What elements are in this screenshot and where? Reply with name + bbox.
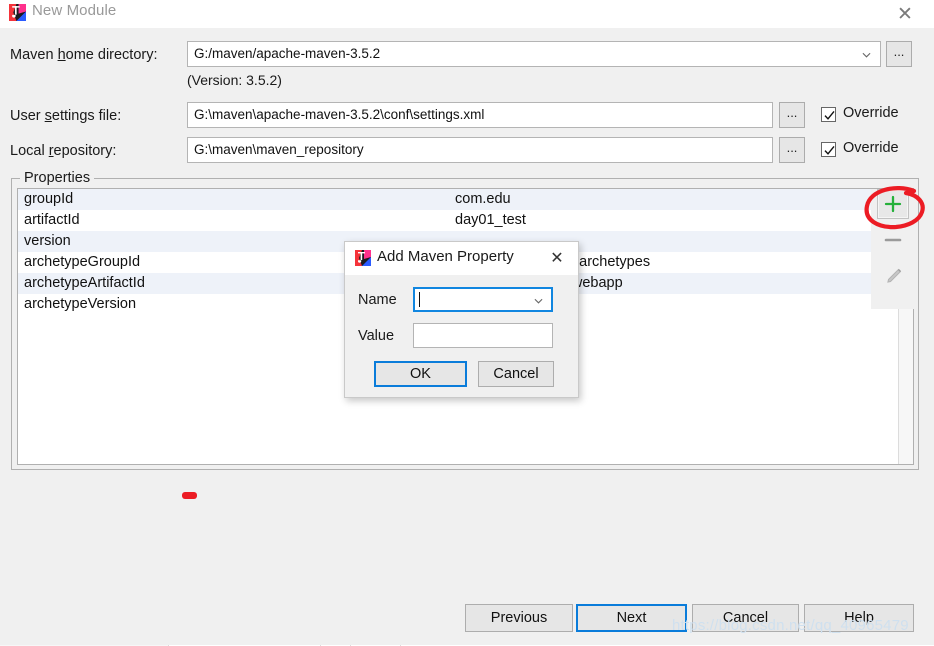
text-caret bbox=[419, 292, 420, 307]
table-row[interactable]: artifactId day01_test bbox=[18, 210, 913, 231]
check-icon bbox=[824, 145, 835, 155]
table-row[interactable]: groupId com.edu bbox=[18, 189, 913, 210]
dialog-titlebar: Add Maven Property ✕ bbox=[345, 242, 578, 275]
intellij-idea-icon bbox=[355, 250, 371, 266]
local-repository-browse-button[interactable]: ... bbox=[779, 137, 805, 163]
maven-home-value: G:/maven/apache-maven-3.5.2 bbox=[194, 46, 381, 61]
next-button[interactable]: Next bbox=[576, 604, 687, 632]
name-combo-input[interactable] bbox=[413, 287, 553, 312]
local-repository-value: G:\maven\maven_repository bbox=[194, 142, 364, 157]
check-icon bbox=[824, 110, 835, 120]
property-key: version bbox=[24, 233, 71, 249]
pencil-icon bbox=[887, 268, 902, 283]
properties-toolbar bbox=[871, 189, 915, 309]
maven-home-browse-button[interactable]: ... bbox=[886, 41, 912, 67]
user-settings-value: G:\maven\apache-maven-3.5.2\conf\setting… bbox=[194, 107, 485, 122]
user-settings-label: User settings file: bbox=[10, 108, 122, 124]
user-settings-input[interactable]: G:\maven\apache-maven-3.5.2\conf\setting… bbox=[187, 102, 773, 128]
value-field-label: Value bbox=[358, 328, 395, 344]
value-input[interactable] bbox=[413, 323, 553, 348]
edit-property-button[interactable] bbox=[877, 261, 909, 291]
maven-home-label: Maven home directory: bbox=[10, 47, 158, 63]
local-repository-input[interactable]: G:\maven\maven_repository bbox=[187, 137, 773, 163]
property-key: artifactId bbox=[24, 212, 80, 228]
properties-legend: Properties bbox=[20, 170, 95, 186]
dialog-ok-button[interactable]: OK bbox=[374, 361, 467, 387]
property-value: day01_test bbox=[455, 212, 526, 228]
user-settings-override-checkbox[interactable] bbox=[821, 107, 836, 122]
close-icon[interactable]: ✕ bbox=[892, 2, 918, 26]
window-titlebar: New Module ✕ bbox=[0, 0, 934, 28]
annotation-dash-marker bbox=[182, 492, 197, 499]
local-repository-label: Local repository: bbox=[10, 143, 117, 159]
property-value: com.edu bbox=[455, 191, 511, 207]
add-property-button[interactable] bbox=[877, 189, 909, 219]
dialog-title: Add Maven Property bbox=[377, 248, 514, 265]
property-key: groupId bbox=[24, 191, 74, 207]
property-key: archetypeArtifactId bbox=[24, 275, 145, 291]
window-title: New Module bbox=[32, 2, 117, 19]
add-maven-property-dialog: Add Maven Property ✕ Name Value OK Cance… bbox=[344, 241, 579, 398]
dialog-cancel-button[interactable]: Cancel bbox=[478, 361, 554, 387]
maven-version-note: (Version: 3.5.2) bbox=[187, 72, 282, 88]
plus-icon bbox=[884, 195, 902, 213]
property-key: archetypeVersion bbox=[24, 296, 137, 312]
previous-button[interactable]: Previous bbox=[465, 604, 573, 632]
chevron-down-icon bbox=[862, 52, 871, 58]
name-field-label: Name bbox=[358, 292, 397, 308]
chevron-down-icon bbox=[534, 298, 543, 304]
local-repository-override-checkbox[interactable] bbox=[821, 142, 836, 157]
user-settings-override-label: Override bbox=[843, 105, 899, 121]
local-repository-override-label: Override bbox=[843, 140, 899, 156]
minus-icon bbox=[884, 238, 902, 242]
remove-property-button[interactable] bbox=[877, 225, 909, 255]
watermark-text: https://blog.csdn.net/qq_40965479 bbox=[672, 617, 909, 634]
property-key: archetypeGroupId bbox=[24, 254, 141, 270]
close-icon[interactable]: ✕ bbox=[546, 247, 568, 269]
user-settings-browse-button[interactable]: ... bbox=[779, 102, 805, 128]
maven-home-combo[interactable]: G:/maven/apache-maven-3.5.2 bbox=[187, 41, 881, 67]
intellij-idea-icon bbox=[9, 4, 26, 21]
